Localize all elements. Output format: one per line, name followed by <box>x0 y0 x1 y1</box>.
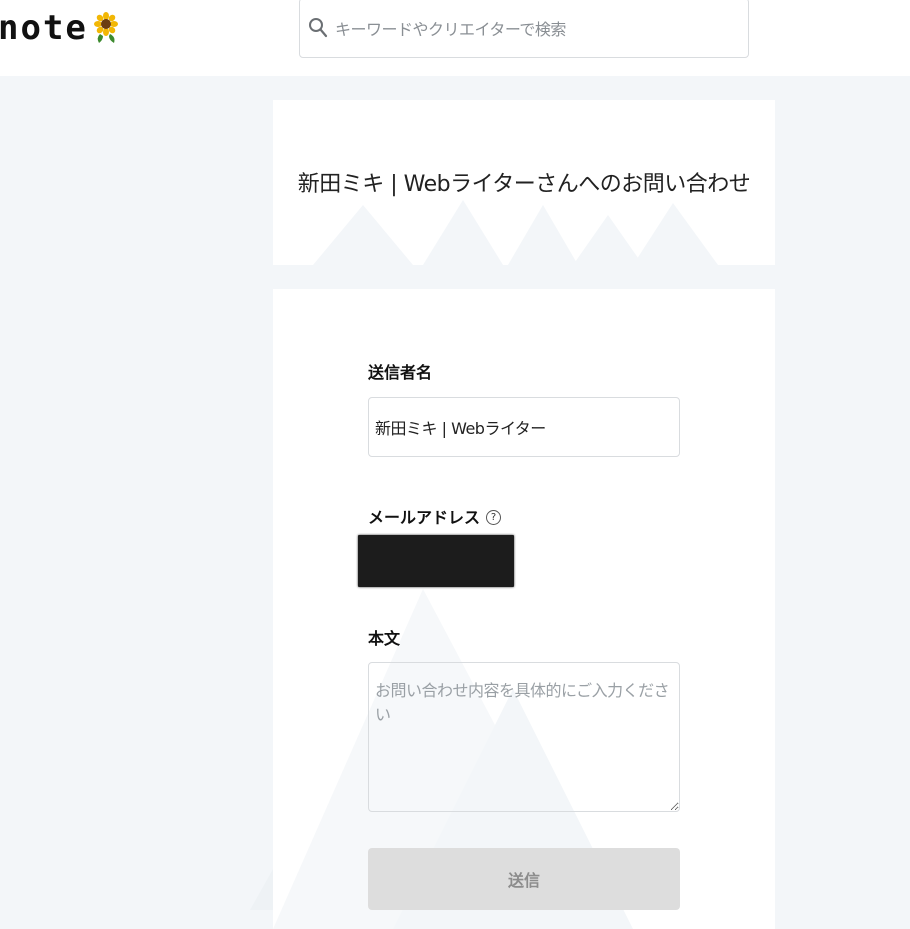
body-label: 本文 <box>368 625 400 649</box>
sender-name-label-text: 送信者名 <box>368 363 433 382</box>
contact-title-card: 新田ミキ | Webライターさんへのお問い合わせ <box>273 100 775 265</box>
page-title: 新田ミキ | Webライターさんへのお問い合わせ <box>297 172 751 197</box>
contact-form-card: 送信者名 メールアドレス ? 本文 送信 <box>273 289 775 929</box>
logo-wordmark: note <box>0 8 88 48</box>
top-header: note キーワードやクリエイターで検索 <box>0 0 910 76</box>
help-icon[interactable]: ? <box>486 510 502 525</box>
email-value-redacted <box>358 535 514 587</box>
sender-name-label: 送信者名 <box>368 359 432 383</box>
search-input-placeholder[interactable]: キーワードやクリエイターで検索 <box>335 16 566 40</box>
search-icon <box>309 18 328 38</box>
email-label-text: メールアドレス <box>368 508 481 527</box>
body-label-text: 本文 <box>368 629 401 648</box>
email-label: メールアドレス ? <box>368 504 502 528</box>
sender-name-input[interactable] <box>368 397 680 457</box>
message-body-textarea[interactable] <box>368 662 680 812</box>
note-logo[interactable]: note <box>0 8 120 48</box>
submit-button[interactable]: 送信 <box>368 848 680 910</box>
sunflower-icon <box>93 12 118 43</box>
search-bar[interactable]: キーワードやクリエイターで検索 <box>299 0 749 58</box>
